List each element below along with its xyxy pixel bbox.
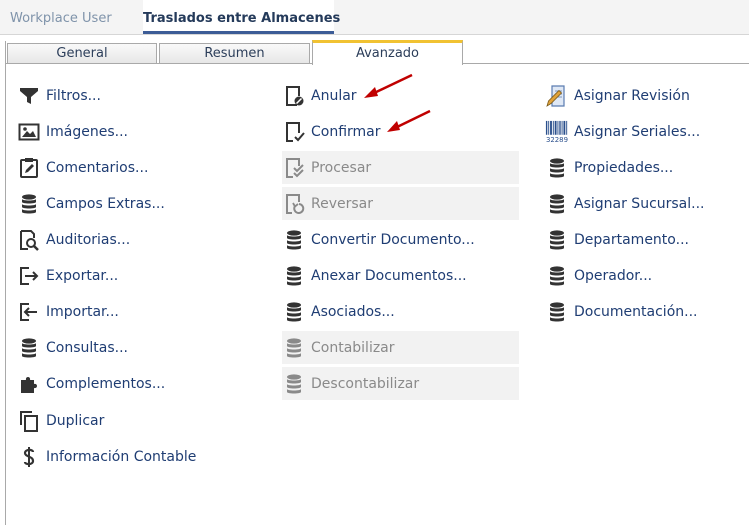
database-icon (282, 372, 306, 396)
database-icon (17, 336, 41, 360)
audit-search-icon (17, 228, 41, 252)
action-label: Documentación... (574, 303, 698, 320)
action-label: Comentarios... (46, 159, 149, 176)
action-label: Asignar Seriales... (574, 123, 701, 140)
action-label: Campos Extras... (46, 195, 165, 212)
dollar-icon (17, 445, 41, 469)
document-title-tab[interactable]: Traslados entre Almacenes (143, 0, 340, 34)
database-icon (17, 192, 41, 216)
document-pen-icon (545, 84, 569, 108)
tab-general[interactable]: General (7, 43, 157, 63)
tab-resumen[interactable]: Resumen (159, 43, 310, 63)
import-icon (17, 300, 41, 324)
document-header-bar: Workplace User Traslados entre Almacenes (0, 0, 749, 35)
action-label: Descontabilizar (311, 375, 420, 392)
action-label: Anexar Documentos... (311, 267, 467, 284)
action-imagenes[interactable]: Imágenes... (17, 115, 257, 148)
action-documentacion[interactable]: Documentación... (545, 295, 745, 328)
export-icon (17, 264, 41, 288)
database-icon (282, 228, 306, 252)
action-departamento[interactable]: Departamento... (545, 223, 745, 256)
action-label: Imágenes... (46, 123, 128, 140)
action-label: Exportar... (46, 267, 119, 284)
action-label: Complementos... (46, 375, 166, 392)
action-asignar-seriales[interactable]: 32289 Asignar Seriales... (545, 115, 745, 148)
annotation-arrow-confirmar (387, 109, 431, 132)
action-label: Filtros... (46, 87, 101, 104)
action-informacion-contable[interactable]: Información Contable (17, 440, 257, 473)
filter-icon (17, 84, 41, 108)
document-void-icon (282, 84, 306, 108)
database-icon (282, 264, 306, 288)
action-contabilizar: Contabilizar (282, 331, 519, 364)
action-anexar-documentos[interactable]: Anexar Documentos... (282, 259, 519, 292)
action-label: Departamento... (574, 231, 689, 248)
app-title-tab[interactable]: Workplace User (10, 0, 112, 32)
action-operador[interactable]: Operador... (545, 259, 745, 292)
action-label: Contabilizar (311, 339, 395, 356)
action-label: Importar... (46, 303, 119, 320)
barcode-icon: 32289 (545, 120, 569, 144)
document-undo-icon (282, 192, 306, 216)
action-label: Reversar (311, 195, 373, 212)
action-propiedades[interactable]: Propiedades... (545, 151, 745, 184)
action-consultas[interactable]: Consultas... (17, 331, 257, 364)
action-label: Asignar Sucursal... (574, 195, 705, 212)
action-label: Consultas... (46, 339, 128, 356)
action-campos-extras[interactable]: Campos Extras... (17, 187, 257, 220)
action-asignar-revision[interactable]: Asignar Revisión (545, 79, 745, 112)
action-auditorias[interactable]: Auditorias... (17, 223, 257, 256)
action-label: Confirmar (311, 123, 381, 140)
clipboard-edit-icon (17, 156, 41, 180)
barcode-number: 32289 (546, 136, 568, 144)
database-icon (545, 300, 569, 324)
action-reversar: Reversar (282, 187, 519, 220)
action-comentarios[interactable]: Comentarios... (17, 151, 257, 184)
image-icon (17, 120, 41, 144)
action-duplicar[interactable]: Duplicar (17, 404, 257, 437)
action-asociados[interactable]: Asociados... (282, 295, 519, 328)
action-asignar-sucursal[interactable]: Asignar Sucursal... (545, 187, 745, 220)
action-label: Asignar Revisión (574, 87, 690, 104)
tab-avanzado[interactable]: Avanzado (312, 40, 463, 65)
database-icon (545, 156, 569, 180)
action-label: Procesar (311, 159, 372, 176)
document-check-icon (282, 120, 306, 144)
copy-icon (17, 409, 41, 433)
action-convertir-documento[interactable]: Convertir Documento... (282, 223, 519, 256)
action-label: Duplicar (46, 412, 105, 429)
action-procesar: Procesar (282, 151, 519, 184)
document-process-icon (282, 156, 306, 180)
database-icon (545, 228, 569, 252)
action-complementos[interactable]: Complementos... (17, 367, 257, 400)
puzzle-icon (17, 372, 41, 396)
database-icon (282, 336, 306, 360)
action-label: Asociados... (311, 303, 395, 320)
action-label: Operador... (574, 267, 653, 284)
annotation-arrow-anular (364, 73, 413, 98)
action-exportar[interactable]: Exportar... (17, 259, 257, 292)
action-label: Información Contable (46, 448, 197, 465)
database-icon (282, 300, 306, 324)
action-label: Auditorias... (46, 231, 131, 248)
action-label: Propiedades... (574, 159, 674, 176)
database-icon (545, 264, 569, 288)
action-label: Anular (311, 87, 357, 104)
action-importar[interactable]: Importar... (17, 295, 257, 328)
database-icon (545, 192, 569, 216)
action-label: Convertir Documento... (311, 231, 475, 248)
action-filtros[interactable]: Filtros... (17, 79, 257, 112)
action-descontabilizar: Descontabilizar (282, 367, 519, 400)
